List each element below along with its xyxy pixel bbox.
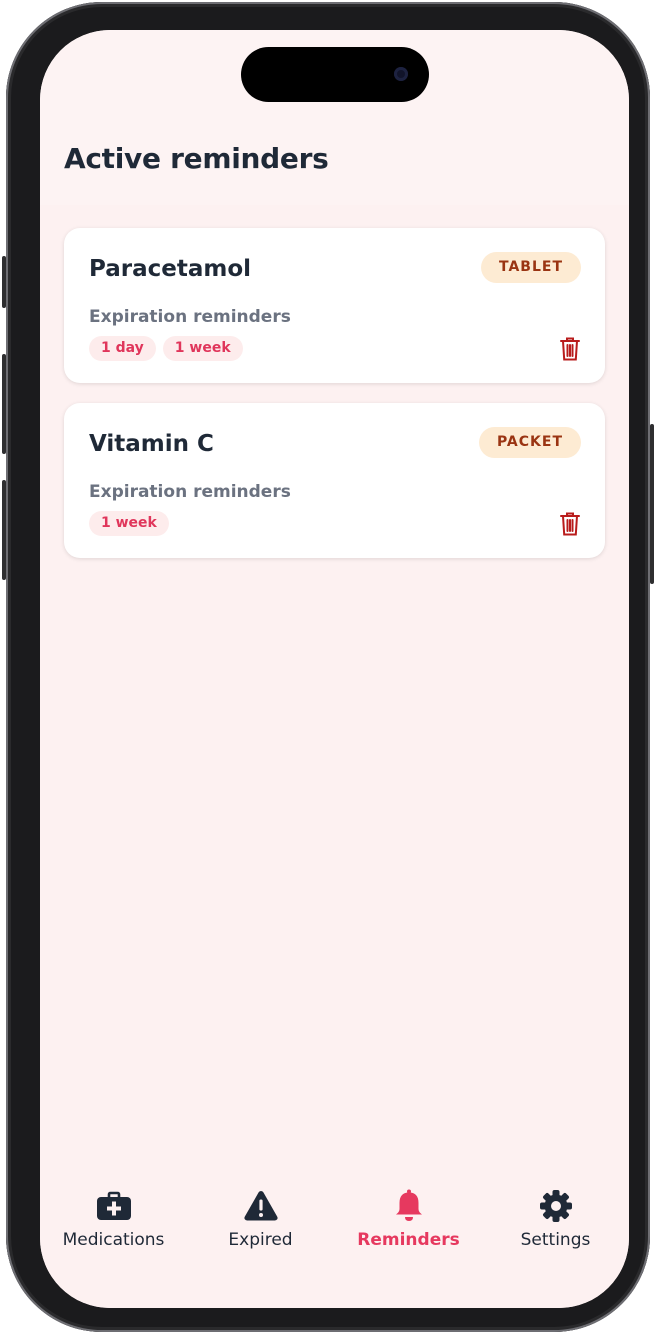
trash-icon[interactable]: [559, 336, 581, 362]
power-button: [650, 424, 654, 584]
tab-label: Settings: [520, 1230, 591, 1250]
camera-icon: [394, 67, 408, 81]
tab-medications[interactable]: Medications: [40, 1188, 187, 1268]
medication-name: Paracetamol: [89, 256, 252, 282]
reminder-chips: 1 day 1 week: [89, 336, 243, 361]
medication-name: Vitamin C: [89, 431, 214, 457]
section-label: Expiration reminders: [89, 307, 291, 327]
medical-kit-icon: [96, 1191, 131, 1220]
tab-reminders[interactable]: Reminders: [335, 1188, 482, 1268]
tab-settings[interactable]: Settings: [482, 1188, 629, 1268]
page-title: Active reminders: [64, 142, 329, 175]
tab-label: Expired: [228, 1230, 293, 1250]
type-badge: TABLET: [480, 252, 581, 283]
reminder-card: Paracetamol TABLET Expiration reminders …: [64, 228, 605, 383]
volume-down-button: [2, 480, 6, 580]
reminder-card: Vitamin C PACKET Expiration reminders 1 …: [64, 403, 605, 558]
phone-frame: Active reminders Paracetamol TABLET Expi…: [2, 2, 654, 1332]
gear-icon: [539, 1190, 572, 1222]
dynamic-island: [241, 47, 429, 102]
screen: Active reminders Paracetamol TABLET Expi…: [40, 30, 629, 1308]
type-badge: PACKET: [478, 427, 581, 458]
tab-bar: Medications Expired Reminders Settings: [40, 1178, 629, 1308]
tab-label: Medications: [62, 1230, 165, 1250]
reminder-chip: 1 week: [162, 336, 243, 361]
reminder-chip: 1 week: [89, 511, 169, 536]
volume-up-button: [2, 354, 6, 454]
bell-icon: [395, 1189, 422, 1221]
reminder-chip: 1 day: [89, 336, 156, 361]
warning-icon: [243, 1191, 278, 1221]
tab-expired[interactable]: Expired: [187, 1188, 334, 1268]
action-button: [2, 256, 6, 308]
section-label: Expiration reminders: [89, 482, 291, 502]
tab-label: Reminders: [357, 1230, 460, 1250]
reminder-chips: 1 week: [89, 511, 169, 536]
trash-icon[interactable]: [559, 511, 581, 537]
